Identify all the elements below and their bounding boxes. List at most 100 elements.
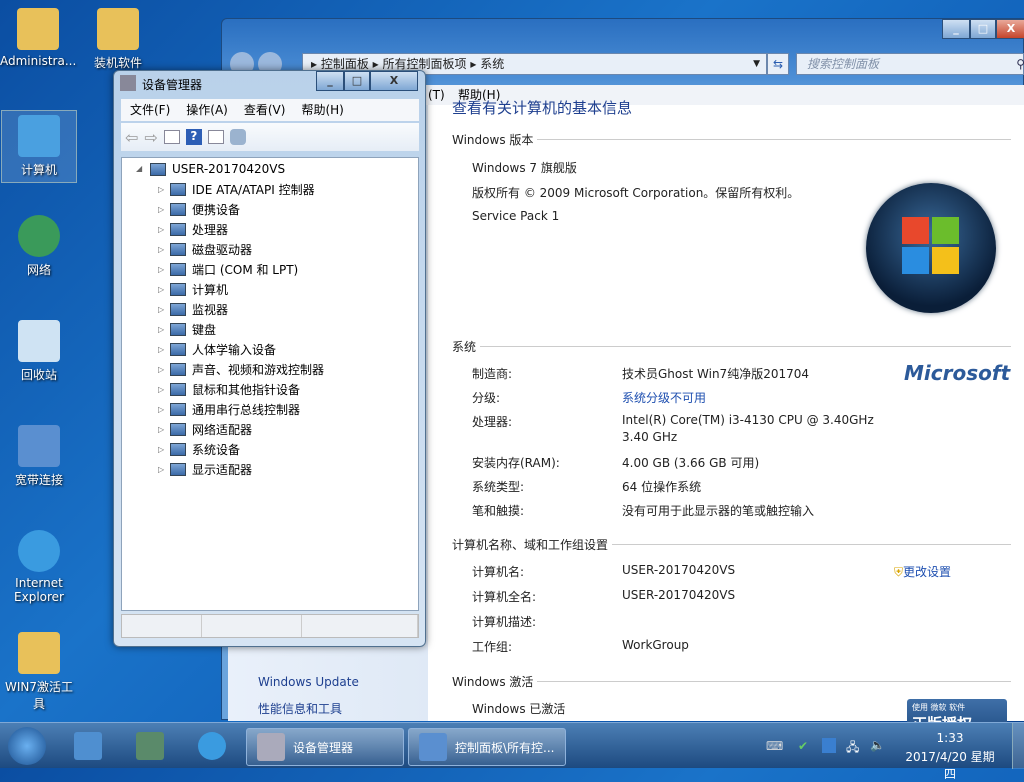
folder-icon [97,8,139,50]
desktop-icon-software[interactable]: 装机软件 [80,8,156,71]
dropdown-icon[interactable]: ▼ [753,54,760,74]
tree-node[interactable]: 监视器 [170,300,228,318]
menu-tools[interactable]: (T) [428,85,445,105]
start-button[interactable] [8,727,46,765]
desktop-icon-administrator[interactable]: Administra... [0,8,76,68]
desktop-icon-recycle-bin[interactable]: 回收站 [1,320,77,383]
device-icon [170,323,186,336]
expand-icon[interactable]: ▷ [158,205,164,214]
device-manager-window: 设备管理器 _□X 文件(F) 操作(A) 查看(V) 帮助(H) ⇦ ⇨ ? … [113,70,426,647]
device-icon [170,343,186,356]
expand-icon[interactable]: ▷ [158,425,164,434]
search-input[interactable]: 搜索控制面板⚲ [796,53,1024,75]
change-settings-link[interactable]: ⛨更改设置 [894,563,951,580]
page-title: 查看有关计算机的基本信息 [452,97,632,118]
help-icon[interactable]: ? [186,129,202,145]
breadcrumb-item[interactable]: 系统 [480,57,504,71]
expand-icon[interactable]: ▷ [158,305,164,314]
refresh-button[interactable]: ⇆ [767,53,789,75]
tree-node[interactable]: 声音、视频和游戏控制器 [170,360,324,378]
system-type-value: 64 位操作系统 [622,478,701,495]
expand-icon[interactable]: ▷ [158,385,164,394]
tree-root[interactable]: USER-20170420VS [150,160,285,178]
device-manager-icon [120,75,136,91]
switch-windows-icon[interactable] [136,732,164,760]
minimize-button[interactable]: _ [942,19,970,39]
tree-node[interactable]: 系统设备 [170,440,240,458]
section-edition: Windows 版本 [452,131,1011,148]
ie-icon[interactable] [198,732,226,760]
expand-icon[interactable]: ▷ [158,465,164,474]
device-icon [170,383,186,396]
tree-node[interactable]: 网络适配器 [170,420,252,438]
show-desktop-button[interactable] [1012,723,1024,769]
expand-icon[interactable]: ▷ [158,325,164,334]
microsoft-logo: Microsoft [904,361,1010,385]
desktop-icon-activator[interactable]: WIN7激活工具 [1,632,77,712]
close-button[interactable]: X [996,19,1024,39]
clock[interactable]: 1:332017/4/20 星期四 [900,731,1000,782]
volume-icon[interactable]: 🔈 [870,738,885,752]
menu-help[interactable]: 帮助(H) [301,99,343,121]
performance-link[interactable]: 性能信息和工具 [258,700,342,717]
edition-name: Windows 7 旗舰版 [472,159,577,176]
desktop-icon-network[interactable]: 网络 [1,215,77,278]
scan-hardware-icon[interactable] [230,129,246,145]
maximize-button[interactable]: □ [970,19,996,39]
tree-node[interactable]: 端口 (COM 和 LPT) [170,260,298,278]
expand-icon[interactable]: ▷ [158,245,164,254]
expand-icon[interactable]: ▷ [158,185,164,194]
menu-view[interactable]: 查看(V) [244,99,286,121]
expand-icon[interactable]: ▷ [158,365,164,374]
taskbar-control-panel[interactable]: 控制面板\所有控... [408,728,566,766]
tree-node[interactable]: 显示适配器 [170,460,252,478]
ram-value: 4.00 GB (3.66 GB 可用) [622,454,759,471]
expand-icon[interactable]: ▷ [158,225,164,234]
safe-remove-icon[interactable]: ✔ [798,739,808,753]
device-icon [170,243,186,256]
minimize-button[interactable]: _ [316,71,344,91]
device-icon [170,403,186,416]
tree-node[interactable]: 鼠标和其他指针设备 [170,380,300,398]
tree-node[interactable]: 人体学输入设备 [170,340,276,358]
maximize-button[interactable]: □ [344,71,370,91]
expand-icon[interactable]: ▷ [158,445,164,454]
forward-icon[interactable]: ⇨ [144,128,157,147]
tree-node[interactable]: 磁盘驱动器 [170,240,252,258]
network-tray-icon[interactable]: 🖧 [846,738,859,759]
search-icon[interactable]: ⚲ [1016,54,1024,74]
show-hide-tree-icon[interactable] [164,130,180,144]
keyboard-icon[interactable]: ⌨ [766,739,783,753]
desktop-icon-computer[interactable]: 计算机 [1,110,77,183]
tree-node[interactable]: 便携设备 [170,200,240,218]
breadcrumb-item[interactable]: 控制面板 [321,57,369,71]
tree-node[interactable]: 键盘 [170,320,216,338]
expand-icon[interactable]: ▷ [158,265,164,274]
desktop-icon-broadband[interactable]: 宽带连接 [1,425,77,488]
back-icon[interactable]: ⇦ [125,128,138,147]
service-pack: Service Pack 1 [472,209,559,223]
show-desktop-icon[interactable] [74,732,102,760]
tree-node[interactable]: 计算机 [170,280,228,298]
expand-icon[interactable]: ▷ [158,345,164,354]
properties-icon[interactable] [208,130,224,144]
tree-node[interactable]: IDE ATA/ATAPI 控制器 [170,180,315,198]
tree-node[interactable]: 处理器 [170,220,228,238]
windows-logo-icon [866,183,996,313]
expand-icon[interactable]: ▷ [158,405,164,414]
menu-file[interactable]: 文件(F) [130,99,170,121]
taskbar-device-manager[interactable]: 设备管理器 [246,728,404,766]
activation-status: Windows 已激活 [472,700,565,717]
device-icon [170,363,186,376]
breadcrumb-item[interactable]: 所有控制面板项 [383,57,467,71]
rating-link[interactable]: 系统分级不可用 [622,389,706,406]
close-button[interactable]: X [370,71,418,91]
windows-update-link[interactable]: Windows Update [258,675,359,689]
full-name-value: USER-20170420VS [622,588,735,602]
input-method-icon[interactable] [822,738,836,753]
expand-icon[interactable]: ▷ [158,285,164,294]
desktop-icon-ie[interactable]: Internet Explorer [1,530,77,604]
collapse-icon[interactable]: ◢ [136,164,142,173]
menu-action[interactable]: 操作(A) [186,99,228,121]
tree-node[interactable]: 通用串行总线控制器 [170,400,300,418]
